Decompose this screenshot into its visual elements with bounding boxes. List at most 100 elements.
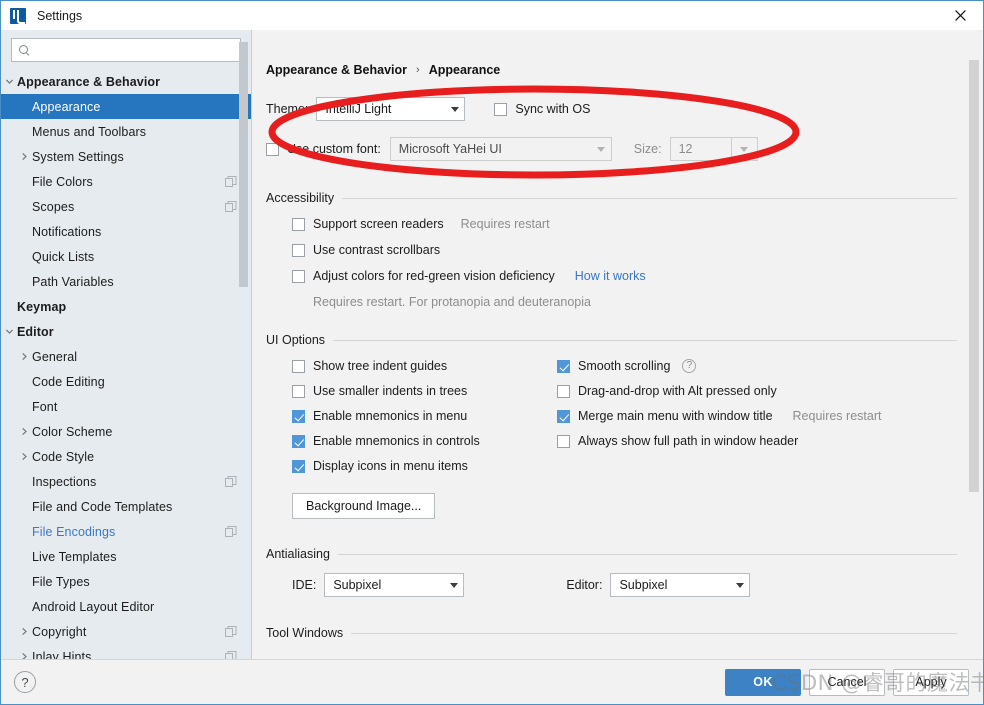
sidebar-item-font[interactable]: Font (1, 394, 251, 419)
use-custom-font-checkbox[interactable] (266, 142, 279, 156)
accessibility-option-checkbox[interactable] (292, 243, 305, 257)
accessibility-option-checkbox[interactable] (292, 269, 305, 283)
sidebar-item-inspections[interactable]: Inspections (1, 469, 251, 494)
ui-option-checkbox[interactable] (292, 409, 305, 423)
sidebar-item-copyright[interactable]: Copyright (1, 619, 251, 644)
sidebar-item-label: Font (32, 399, 58, 414)
sidebar-item-appearance-behavior[interactable]: Appearance & Behavior (1, 69, 251, 94)
ui-option-label: Smooth scrolling (578, 359, 671, 373)
antialiasing-ide-select[interactable]: Subpixel (324, 573, 465, 597)
ui-option-checkbox[interactable] (557, 384, 570, 398)
ui-option-row: Drag-and-drop with Alt pressed only (557, 384, 881, 398)
ui-option-checkbox[interactable] (292, 384, 305, 398)
settings-tree[interactable]: Appearance & Behavior Appearance Menus and… (1, 69, 251, 659)
ok-button[interactable]: OK (725, 668, 801, 696)
sidebar-item-quick-lists[interactable]: Quick Lists (1, 244, 251, 269)
sidebar-item-keymap[interactable]: Keymap (1, 294, 251, 319)
ui-option-checkbox[interactable] (557, 409, 570, 423)
apply-button[interactable]: Apply (893, 668, 969, 696)
theme-select[interactable]: IntelliJ Light (316, 97, 466, 121)
font-size-dropdown-button[interactable] (730, 137, 758, 161)
sidebar-item-file-encodings[interactable]: File Encodings (1, 519, 251, 544)
ui-option-checkbox[interactable] (292, 434, 305, 448)
dialog-body: Appearance & Behavior Appearance Menus and… (1, 30, 983, 659)
custom-font-select[interactable]: Microsoft YaHei UI (389, 137, 612, 161)
sidebar-item-live-templates[interactable]: Live Templates (1, 544, 251, 569)
chevron-right-icon[interactable] (16, 652, 32, 659)
chevron-right-icon[interactable] (16, 427, 32, 436)
accessibility-option-row: Support screen readers Requires restart (292, 217, 957, 231)
sidebar-item-code-style[interactable]: Code Style (1, 444, 251, 469)
ui-options-right-column: Smooth scrolling? Drag-and-drop with Alt … (540, 359, 881, 459)
accessibility-options: Support screen readers Requires restart Us… (265, 217, 957, 283)
antialiasing-editor-select[interactable]: Subpixel (610, 573, 751, 597)
search-box[interactable] (11, 38, 241, 62)
chevron-right-icon[interactable] (16, 452, 32, 461)
antialiasing-editor-value: Subpixel (619, 578, 668, 592)
ui-option-row: Smooth scrolling? (557, 359, 881, 373)
sidebar-item-menus-and-toolbars[interactable]: Menus and Toolbars (1, 119, 251, 144)
chevron-right-icon[interactable] (16, 627, 32, 636)
sidebar-item-android-layout-editor[interactable]: Android Layout Editor (1, 594, 251, 619)
sidebar-item-color-scheme[interactable]: Color Scheme (1, 419, 251, 444)
theme-label: Theme: (266, 102, 309, 116)
search-input[interactable] (34, 43, 234, 57)
sidebar-scrollbar-thumb[interactable] (239, 42, 248, 287)
breadcrumb: Appearance & Behavior › Appearance (265, 63, 957, 77)
chevron-down-icon[interactable] (1, 327, 17, 336)
antialiasing-title: Antialiasing (266, 547, 330, 561)
sync-with-os-checkbox[interactable] (494, 102, 508, 116)
ui-option-checkbox[interactable] (292, 459, 305, 473)
sidebar-item-system-settings[interactable]: System Settings (1, 144, 251, 169)
sidebar-scrollbar[interactable] (239, 30, 248, 659)
ui-option-checkbox[interactable] (292, 359, 305, 373)
sidebar-item-general[interactable]: General (1, 344, 251, 369)
sidebar-item-path-variables[interactable]: Path Variables (1, 269, 251, 294)
ui-option-label: Show tree indent guides (313, 359, 448, 373)
how-it-works-link[interactable]: How it works (575, 269, 646, 283)
accessibility-option-checkbox[interactable] (292, 217, 305, 231)
ui-option-row: Show tree indent guides (292, 359, 540, 373)
sidebar-item-file-colors[interactable]: File Colors (1, 169, 251, 194)
sidebar-item-file-types[interactable]: File Types (1, 569, 251, 594)
sidebar-item-editor[interactable]: Editor (1, 319, 251, 344)
sync-with-os-row: Sync with OS (494, 102, 590, 116)
sidebar-item-scopes[interactable]: Scopes (1, 194, 251, 219)
sidebar-item-code-editing[interactable]: Code Editing (1, 369, 251, 394)
accessibility-option-label: Adjust colors for red-green vision defic… (313, 269, 555, 283)
breadcrumb-root[interactable]: Appearance & Behavior (266, 63, 407, 77)
antialiasing-section-header: Antialiasing (265, 547, 957, 561)
content-scrollbar[interactable] (969, 30, 979, 659)
custom-font-row: Use custom font: Microsoft YaHei UI Size… (265, 137, 957, 161)
settings-content: Appearance & Behavior › Appearance Theme… (252, 30, 983, 659)
ui-option-label: Merge main menu with window title (578, 409, 773, 423)
tool-windows-section-header: Tool Windows (265, 626, 957, 640)
sidebar-item-notifications[interactable]: Notifications (1, 219, 251, 244)
requires-restart-hint: Requires restart (460, 217, 550, 231)
help-icon[interactable]: ? (682, 359, 697, 373)
chevron-right-icon[interactable] (16, 152, 32, 161)
chevron-right-icon[interactable] (16, 352, 32, 361)
chevron-down-icon (444, 582, 463, 588)
ui-options-columns: Show tree indent guides Use smaller inden… (265, 359, 957, 519)
cancel-button[interactable]: Cancel (809, 668, 885, 696)
ui-option-checkbox[interactable] (557, 434, 570, 448)
ui-option-row: Enable mnemonics in controls (292, 434, 540, 448)
footer-buttons: OK Cancel Apply (725, 668, 969, 696)
font-size-field[interactable]: 12 (669, 137, 731, 161)
sidebar-item-file-and-code-templates[interactable]: File and Code Templates (1, 494, 251, 519)
ui-option-label: Always show full path in window header (578, 434, 799, 448)
sidebar-item-label: File Encodings (32, 524, 116, 539)
sidebar-item-inlay-hints[interactable]: Inlay Hints (1, 644, 251, 659)
ui-option-checkbox[interactable] (557, 359, 570, 373)
close-icon[interactable] (937, 1, 983, 30)
sidebar-item-appearance[interactable]: Appearance (1, 94, 251, 119)
accessibility-option-label: Support screen readers (313, 217, 444, 231)
sidebar-item-label: Copyright (32, 624, 87, 639)
accessibility-option-label: Use contrast scrollbars (313, 243, 441, 257)
background-image-button[interactable]: Background Image... (292, 493, 436, 519)
help-icon[interactable]: ? (14, 671, 36, 693)
sidebar-item-label: Inspections (32, 474, 97, 489)
chevron-down-icon[interactable] (1, 77, 17, 86)
content-scrollbar-thumb[interactable] (969, 60, 979, 492)
